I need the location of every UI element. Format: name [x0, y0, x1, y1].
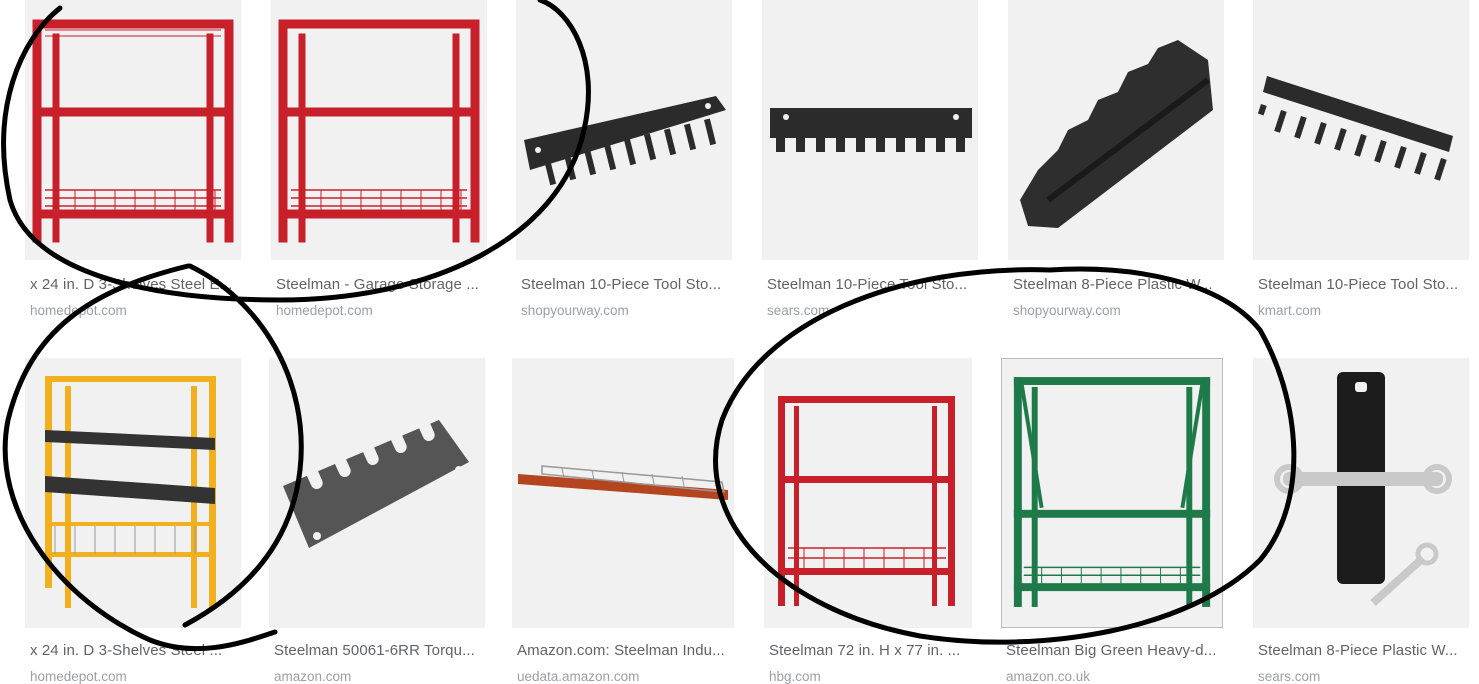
wrench-holder-image[interactable]: [1253, 358, 1469, 628]
black-tool-rack-image[interactable]: [762, 0, 978, 260]
result-source: amazon.com: [274, 669, 352, 684]
torque-wrench-rack-image[interactable]: [269, 358, 485, 628]
result-source: sears.com: [1258, 669, 1321, 684]
result-title[interactable]: Steelman Big Green Heavy-d...: [1006, 642, 1221, 659]
result-source: homedepot.com: [276, 303, 373, 318]
result-source: kmart.com: [1258, 303, 1322, 318]
result-title[interactable]: Steelman - Garage Storage ...: [276, 276, 491, 293]
plastic-wrench-rack-image[interactable]: [1008, 0, 1224, 260]
red-shelf-image[interactable]: [25, 0, 241, 260]
result-source: hbg.com: [769, 669, 821, 684]
result-title[interactable]: Steelman 10-Piece Tool Sto...: [521, 276, 736, 293]
result-source: shopyourway.com: [1013, 303, 1121, 318]
result-title[interactable]: Steelman 8-Piece Plastic W...: [1013, 276, 1228, 293]
result-source: homedepot.com: [30, 303, 127, 318]
result-source: uedata.amazon.com: [517, 669, 640, 684]
result-source: shopyourway.com: [521, 303, 629, 318]
result-source: homedepot.com: [30, 669, 127, 684]
wire-deck-image[interactable]: [512, 358, 734, 628]
black-tool-rack-image[interactable]: [516, 0, 732, 260]
result-source: sears.com: [767, 303, 830, 318]
green-shelf-image[interactable]: [1001, 358, 1223, 628]
result-title[interactable]: x 24 in. D 3-Shelves Steel E...: [30, 276, 245, 293]
result-title[interactable]: x 24 in. D 3-Shelves Steel ...: [30, 642, 245, 659]
result-title[interactable]: Steelman 8-Piece Plastic W...: [1258, 642, 1473, 659]
result-title[interactable]: Steelman 10-Piece Tool Sto...: [767, 276, 982, 293]
red-shelf-image[interactable]: [271, 0, 487, 260]
result-title[interactable]: Steelman 10-Piece Tool Sto...: [1258, 276, 1473, 293]
yellow-shelf-image[interactable]: [25, 358, 241, 628]
result-title[interactable]: Steelman 72 in. H x 77 in. ...: [769, 642, 984, 659]
black-tool-rack-image[interactable]: [1253, 0, 1469, 260]
red-shelf-image[interactable]: [764, 358, 972, 628]
result-source: amazon.co.uk: [1006, 669, 1091, 684]
result-title[interactable]: Steelman 50061-6RR Torqu...: [274, 642, 489, 659]
result-title[interactable]: Amazon.com: Steelman Indu...: [517, 642, 732, 659]
